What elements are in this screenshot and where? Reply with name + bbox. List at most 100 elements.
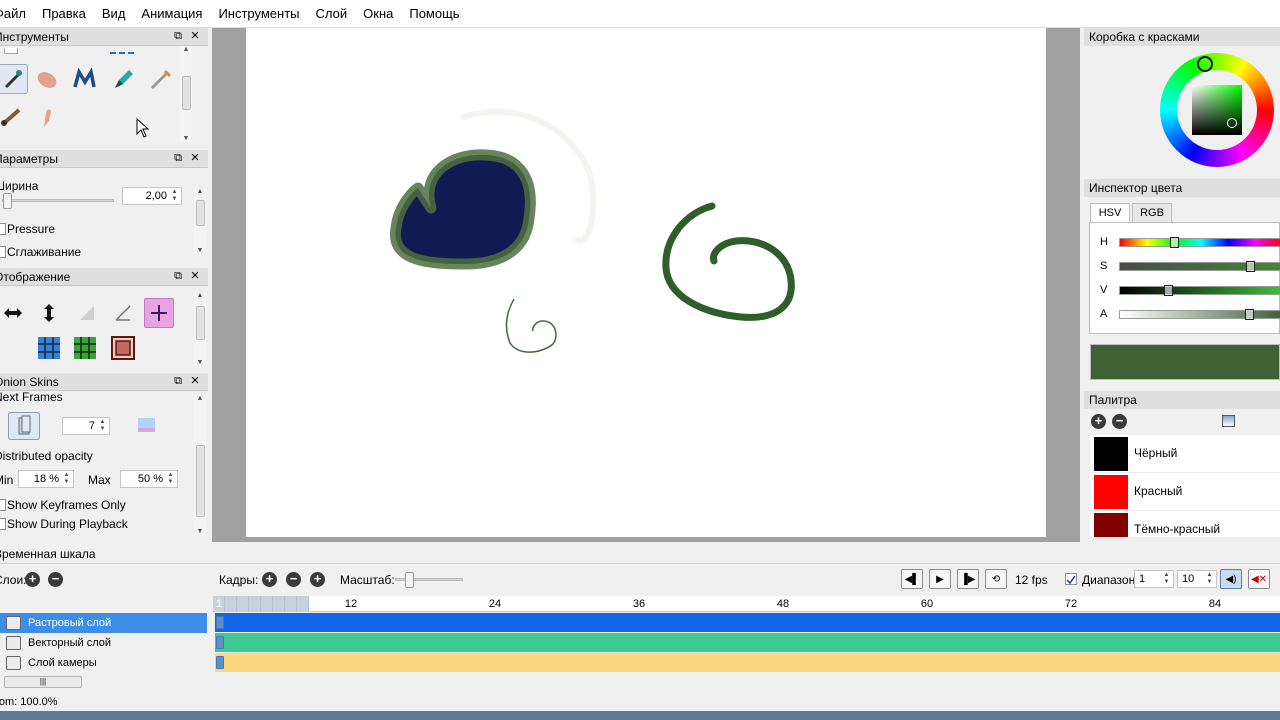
layer-row-vector[interactable]: Векторный слой: [0, 633, 207, 653]
color-wheel[interactable]: [1160, 53, 1274, 167]
vector-layer-track[interactable]: [215, 633, 1280, 652]
keyframe[interactable]: [216, 636, 224, 649]
magic-wand-tool-button[interactable]: [70, 64, 100, 94]
hue-slider[interactable]: [1119, 237, 1280, 248]
spin-down-icon[interactable]: ▼: [97, 426, 108, 433]
spin-down-icon[interactable]: ▼: [165, 479, 176, 486]
min-opacity-spinbox[interactable]: 18 % ▲ ▼: [18, 470, 74, 488]
palette-item[interactable]: Чёрный: [1090, 435, 1280, 473]
play-button[interactable]: ▶: [929, 569, 951, 589]
undock-icon[interactable]: ⧉: [172, 375, 184, 387]
saturation-slider[interactable]: [1119, 261, 1280, 272]
layer-row-camera[interactable]: Слой камеры: [0, 653, 207, 673]
slider-handle[interactable]: [1244, 309, 1254, 320]
fps-value[interactable]: 12 fps: [1015, 573, 1048, 587]
close-icon[interactable]: ×: [188, 373, 202, 388]
width-slider[interactable]: [2, 193, 114, 209]
scale-slider-handle[interactable]: [405, 572, 415, 588]
width-spinbox[interactable]: 2,00 ▲ ▼: [122, 187, 182, 205]
menu-layer[interactable]: Слой: [308, 0, 356, 28]
jump-end-button[interactable]: ▐▶: [957, 569, 979, 589]
tab-rgb[interactable]: RGB: [1132, 203, 1172, 223]
spin-up-icon[interactable]: ▲: [1204, 572, 1215, 579]
onion-frames-spinbox[interactable]: 7 ▲ ▼: [62, 417, 110, 435]
safe-area-button[interactable]: [108, 333, 138, 363]
slider-handle[interactable]: [1246, 261, 1256, 272]
during-playback-checkbox[interactable]: [0, 518, 6, 530]
keyframes-only-checkbox[interactable]: [0, 499, 6, 511]
add-frame-button[interactable]: +: [262, 572, 277, 587]
tab-hsv[interactable]: HSV: [1090, 203, 1130, 223]
range-end-spinbox[interactable]: 10 ▲ ▼: [1177, 570, 1217, 588]
onion-scrollbar[interactable]: ▲ ▼: [194, 395, 206, 535]
spin-up-icon[interactable]: ▲: [169, 189, 180, 196]
selection-tool-icon[interactable]: [110, 48, 134, 54]
menu-file[interactable]: Файл: [0, 0, 34, 28]
flip-vertical-button[interactable]: [34, 298, 64, 328]
grid-green-button[interactable]: [70, 333, 100, 363]
marker-tool-button[interactable]: [108, 64, 138, 94]
undock-icon[interactable]: ⧉: [172, 270, 184, 282]
drawing-canvas[interactable]: [246, 28, 1046, 537]
sound-mute-button[interactable]: ◀✕: [1248, 569, 1270, 589]
layers-hscroll[interactable]: |||: [4, 676, 82, 688]
slider-handle[interactable]: [1170, 237, 1180, 248]
value-slider[interactable]: [1119, 285, 1280, 296]
palette-item[interactable]: Тёмно-красный: [1090, 511, 1280, 537]
tools-scrollbar[interactable]: ▲ ▼: [180, 46, 192, 142]
menu-tools[interactable]: Инструменты: [210, 0, 307, 28]
menu-windows[interactable]: Окна: [355, 0, 401, 28]
slider-handle[interactable]: [1163, 285, 1173, 296]
center-view-button[interactable]: [144, 298, 174, 328]
palette-item[interactable]: Красный: [1090, 473, 1280, 511]
camera-layer-track[interactable]: [215, 653, 1280, 672]
spin-up-icon[interactable]: ▲: [1161, 572, 1172, 579]
params-scrollbar[interactable]: ▲ ▼: [194, 188, 206, 254]
loop-button[interactable]: ⟲: [985, 569, 1007, 589]
smudge-tool-button[interactable]: [32, 64, 62, 94]
spin-up-icon[interactable]: ▲: [165, 472, 176, 479]
close-icon[interactable]: ×: [188, 268, 202, 283]
eyedropper-tool-button[interactable]: [0, 64, 28, 94]
remove-frame-button[interactable]: −: [286, 572, 301, 587]
palette-view-icon[interactable]: [1222, 415, 1235, 427]
menu-edit[interactable]: Правка: [34, 0, 94, 28]
spin-up-icon[interactable]: ▲: [97, 419, 108, 426]
close-icon[interactable]: ×: [188, 28, 202, 43]
scrollbar-thumb[interactable]: [182, 76, 191, 110]
scrollbar-thumb[interactable]: [196, 306, 205, 340]
frame-ruler[interactable]: 1 12 24 36 48 60 72 84: [213, 596, 1280, 612]
spin-down-icon[interactable]: ▼: [1204, 579, 1215, 586]
sound-on-button[interactable]: ◀): [1220, 569, 1242, 589]
scale-slider[interactable]: [395, 572, 463, 588]
rotate-view-button[interactable]: [72, 298, 102, 328]
undock-icon[interactable]: ⧉: [172, 152, 184, 164]
finger-tool-button[interactable]: [32, 102, 62, 132]
width-slider-handle[interactable]: [3, 193, 12, 209]
remove-color-button[interactable]: −: [1112, 414, 1127, 429]
hue-picker-marker[interactable]: [1197, 56, 1213, 72]
grid-blue-button[interactable]: [34, 333, 64, 363]
angle-view-button[interactable]: [108, 298, 138, 328]
add-layer-button[interactable]: +: [25, 572, 40, 587]
menu-help[interactable]: Помощь: [401, 0, 467, 28]
onion-color-swatch[interactable]: [138, 418, 155, 432]
close-icon[interactable]: ×: [188, 150, 202, 165]
spin-down-icon[interactable]: ▼: [169, 196, 180, 203]
layer-row-raster[interactable]: Растровый слой: [0, 613, 207, 633]
spin-down-icon[interactable]: ▼: [61, 479, 72, 486]
syringe-tool-button[interactable]: [146, 64, 176, 94]
saturation-value-square[interactable]: [1192, 85, 1242, 135]
smoothing-checkbox[interactable]: [0, 246, 6, 258]
range-checkbox[interactable]: [1065, 573, 1077, 585]
brush-tool-button[interactable]: [0, 102, 26, 132]
duplicate-frame-button[interactable]: +: [310, 572, 325, 587]
max-opacity-spinbox[interactable]: 50 % ▲ ▼: [120, 470, 178, 488]
onion-toggle-button[interactable]: [8, 412, 40, 440]
jump-start-button[interactable]: ◀▌: [901, 569, 923, 589]
scrollbar-thumb[interactable]: [196, 200, 205, 226]
sv-picker-marker[interactable]: [1227, 118, 1237, 128]
flip-horizontal-button[interactable]: [0, 298, 28, 328]
keyframe[interactable]: [216, 616, 224, 629]
add-color-button[interactable]: +: [1091, 414, 1106, 429]
